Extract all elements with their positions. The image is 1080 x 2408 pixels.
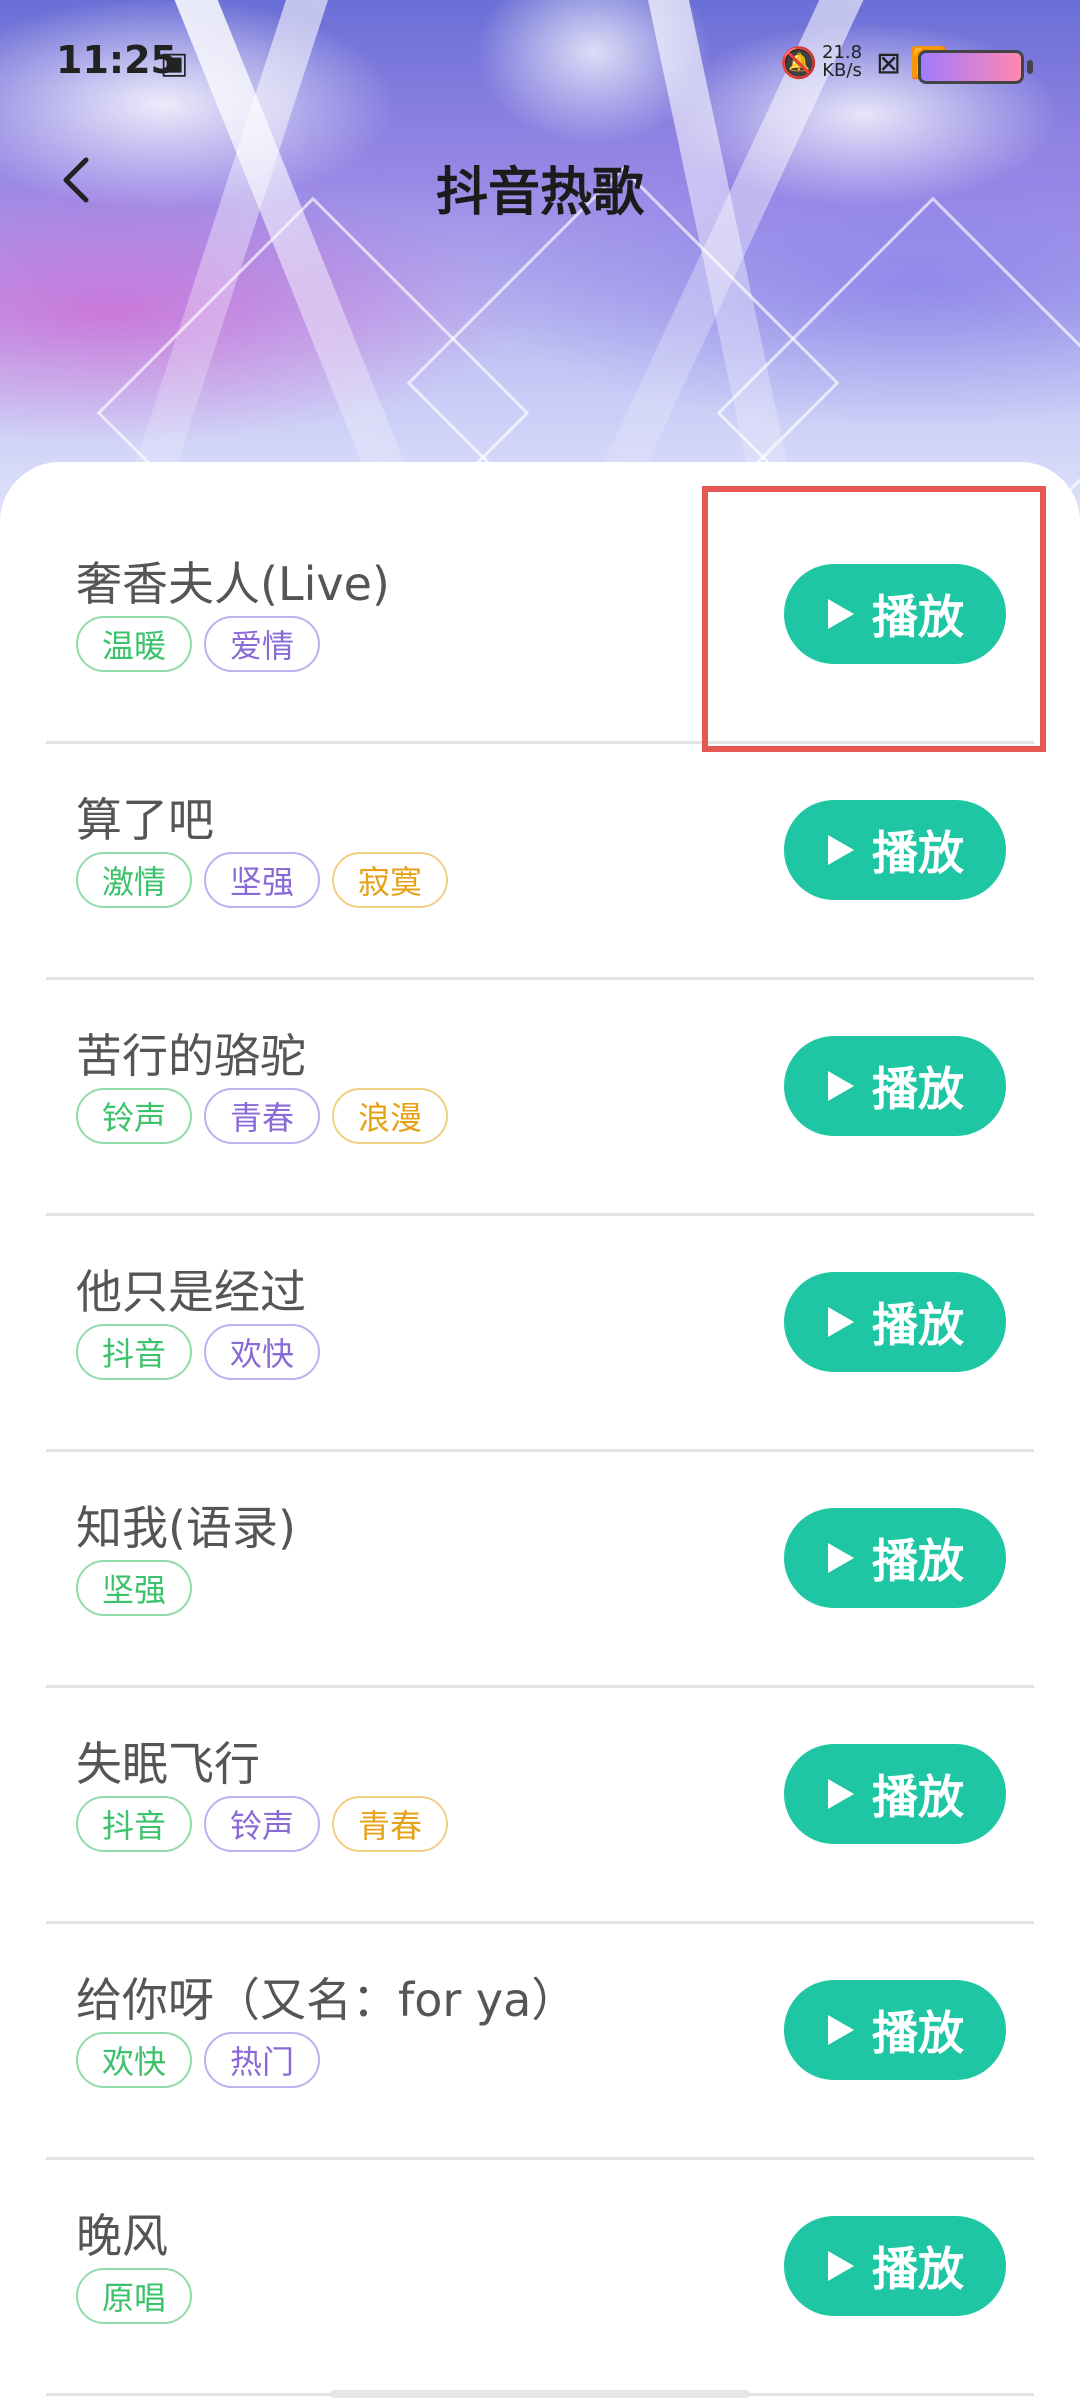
play-label: 播放: [872, 1770, 964, 1824]
tag-list: 抖音 铃声 青春: [76, 1796, 449, 1852]
tag-list: 坚强: [76, 1560, 193, 1616]
song-tag: 抖音: [76, 1324, 193, 1380]
song-tag: 坚强: [76, 1560, 193, 1616]
tag-list: 抖音 欢快: [76, 1324, 321, 1380]
song-row[interactable]: 知我(语录) 坚强 播放: [46, 1452, 1034, 1688]
song-title: 奢香夫人(Live): [76, 557, 390, 611]
play-icon: [828, 1779, 854, 1809]
tag-list: 铃声 青春 浪漫: [76, 1088, 449, 1144]
song-row[interactable]: 晚风 原唱 播放: [46, 2160, 1034, 2396]
play-button[interactable]: 播放: [784, 800, 1006, 900]
play-label: 播放: [872, 1062, 964, 1116]
play-button[interactable]: 播放: [784, 1272, 1006, 1372]
x-icon: ⊠: [876, 46, 902, 81]
play-button[interactable]: 播放: [784, 1744, 1006, 1844]
song-tag: 铃声: [76, 1088, 193, 1144]
top-bar: 抖音热歌: [0, 120, 1080, 240]
song-tag: 欢快: [204, 1324, 321, 1380]
status-time: 11:25: [56, 38, 177, 82]
play-label: 播放: [872, 1534, 964, 1588]
song-row[interactable]: 苦行的骆驼 铃声 青春 浪漫 播放: [46, 980, 1034, 1216]
battery-icon: [918, 50, 1033, 84]
tag-list: 激情 坚强 寂寞: [76, 852, 449, 908]
play-button[interactable]: 播放: [784, 1980, 1006, 2080]
play-icon: [828, 1071, 854, 1101]
song-title: 算了吧: [76, 793, 214, 847]
home-indicator: [330, 2390, 750, 2398]
play-icon: [828, 1543, 854, 1573]
play-button[interactable]: 播放: [784, 1036, 1006, 1136]
play-label: 播放: [872, 2006, 964, 2060]
song-row[interactable]: 给你呀（又名：for ya） 欢快 热门 播放: [46, 1924, 1034, 2160]
play-button[interactable]: 播放: [784, 1508, 1006, 1608]
highlight-box: [702, 486, 1046, 752]
tag-list: 温暖 爱情: [76, 616, 321, 672]
status-bar: 11:25 ▣ 🔕 21.8 KB/s ⊠ 📶: [0, 0, 1080, 120]
network-speed: 21.8 KB/s: [822, 44, 862, 80]
song-title: 晚风: [76, 2209, 168, 2263]
song-tag: 青春: [332, 1796, 449, 1852]
tag-list: 欢快 热门: [76, 2032, 321, 2088]
song-row[interactable]: 算了吧 激情 坚强 寂寞 播放: [46, 744, 1034, 980]
song-title: 他只是经过: [76, 1265, 306, 1319]
song-title: 苦行的骆驼: [76, 1029, 306, 1083]
network-speed-unit: KB/s: [822, 60, 862, 81]
song-tag: 抖音: [76, 1796, 193, 1852]
play-button[interactable]: 播放: [784, 2216, 1006, 2316]
song-row[interactable]: 他只是经过 抖音 欢快 播放: [46, 1216, 1034, 1452]
song-tag: 原唱: [76, 2268, 193, 2324]
page-title: 抖音热歌: [435, 163, 644, 223]
song-tag: 激情: [76, 852, 193, 908]
song-row[interactable]: 失眠飞行 抖音 铃声 青春 播放: [46, 1688, 1034, 1924]
song-tag: 浪漫: [332, 1088, 449, 1144]
play-label: 播放: [872, 826, 964, 880]
play-label: 播放: [872, 1298, 964, 1352]
play-icon: [828, 1307, 854, 1337]
play-icon: [828, 2015, 854, 2045]
song-tag: 铃声: [204, 1796, 321, 1852]
song-tag: 欢快: [76, 2032, 193, 2088]
play-icon: [828, 2251, 854, 2281]
sim-icon: ▣: [160, 46, 189, 81]
song-tag: 青春: [204, 1088, 321, 1144]
tag-list: 原唱: [76, 2268, 193, 2324]
song-title: 给你呀（又名：for ya）: [76, 1973, 578, 2027]
song-tag: 爱情: [204, 616, 321, 672]
song-title: 知我(语录): [76, 1501, 296, 1555]
play-label: 播放: [872, 2242, 964, 2296]
play-icon: [828, 835, 854, 865]
song-tag: 温暖: [76, 616, 193, 672]
mute-icon: 🔕: [780, 46, 818, 81]
song-tag: 热门: [204, 2032, 321, 2088]
song-tag: 寂寞: [332, 852, 449, 908]
song-title: 失眠飞行: [76, 1737, 260, 1791]
song-tag: 坚强: [204, 852, 321, 908]
